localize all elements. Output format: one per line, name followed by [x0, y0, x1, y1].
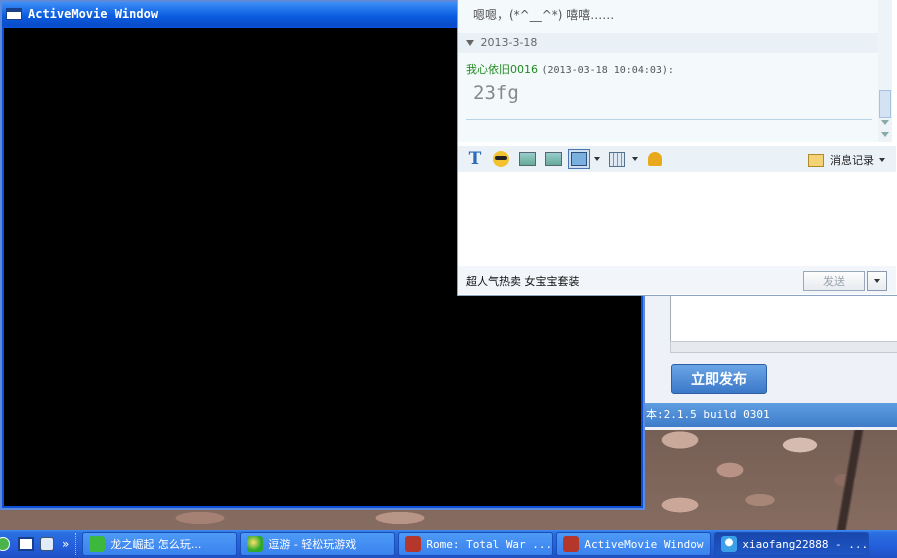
screenshot-dropdown-icon[interactable] — [594, 157, 600, 161]
shake-button[interactable] — [644, 149, 666, 169]
message-text: 23fg — [473, 82, 519, 104]
taskbar-separator — [75, 533, 78, 555]
message-history: 嗯嗯，(*^__^*) 嘻嘻…… 2013-3-18 我心依旧0016 (201… — [458, 0, 878, 142]
calendar-dropdown-icon[interactable] — [632, 157, 638, 161]
scroll-bottom-icon[interactable] — [881, 132, 889, 137]
previous-message: 嗯嗯，(*^__^*) 嘻嘻…… — [473, 8, 615, 22]
task-label: Rome: Total War ... — [426, 537, 553, 551]
task-label: 龙之崛起 怎么玩... — [110, 538, 202, 551]
show-desktop-icon[interactable] — [18, 537, 34, 551]
task-dragon-game[interactable]: 龙之崛起 怎么玩... — [82, 532, 238, 556]
history-divider — [466, 119, 872, 120]
task-rome-total-war[interactable]: Rome: Total War ... — [398, 532, 554, 556]
date-label: 2013-3-18 — [480, 36, 538, 49]
emoticon-button[interactable] — [490, 149, 512, 169]
image-icon — [518, 152, 536, 166]
ad-link[interactable]: 超人气热卖 女宝宝套装 — [466, 273, 580, 289]
background-textarea[interactable] — [670, 295, 897, 342]
browser-icon — [89, 536, 106, 552]
window-icon — [6, 8, 22, 20]
history-icon — [808, 153, 824, 167]
emoticon-icon — [493, 151, 509, 167]
send-image-button[interactable] — [542, 149, 564, 169]
chevron-down-icon — [874, 279, 880, 283]
scroll-down-icon[interactable] — [881, 120, 889, 125]
screenshot-icon — [571, 152, 587, 166]
message-time: (2013-03-18 10:04:03): — [541, 65, 674, 76]
message-history-button[interactable]: 消息记录 — [808, 152, 885, 168]
image-button[interactable] — [516, 149, 538, 169]
date-separator[interactable]: 2013-3-18 — [458, 33, 878, 53]
task-activemovie[interactable]: ActiveMovie Window — [556, 532, 712, 556]
chat-window: 嗯嗯，(*^__^*) 嘻嘻…… 2013-3-18 我心依旧0016 (201… — [457, 0, 897, 296]
calendar-button[interactable] — [606, 149, 628, 169]
message-header: 我心依旧0016 (2013-03-18 10:04:03): — [466, 61, 674, 77]
scrollbar-thumb[interactable] — [879, 90, 891, 118]
window-title: ActiveMovie Window — [28, 7, 159, 21]
collapse-triangle-icon — [466, 40, 474, 46]
version-bar: 本:2.1.5 build 0301 — [640, 403, 897, 427]
task-label: ActiveMovie Window — [584, 537, 704, 551]
task-label: 逗游 - 轻松玩游戏 — [268, 538, 357, 551]
screenshot-button[interactable] — [568, 149, 590, 169]
history-label: 消息记录 — [830, 154, 874, 167]
send-button[interactable]: 发送 — [803, 271, 865, 291]
task-qq-chat[interactable]: xiaofang22888 - ... — [714, 532, 870, 556]
task-douyou[interactable]: 逗游 - 轻松玩游戏 — [240, 532, 396, 556]
bell-icon — [648, 152, 662, 166]
ie-quicklaunch-icon[interactable] — [40, 537, 54, 551]
publish-button[interactable]: 立即发布 — [671, 364, 767, 394]
font-button[interactable]: T — [464, 149, 486, 169]
calendar-icon — [609, 151, 625, 167]
send-options-button[interactable] — [867, 271, 887, 291]
sender-name[interactable]: 我心依旧0016 — [466, 63, 538, 76]
quicklaunch-more-icon[interactable]: » — [62, 537, 69, 551]
taskbar: » 龙之崛起 怎么玩... 逗游 - 轻松玩游戏 Rome: Total War… — [0, 530, 897, 558]
qq-icon — [721, 536, 738, 552]
history-scrollbar[interactable] — [878, 0, 892, 142]
font-icon: T — [468, 149, 482, 169]
message-input[interactable] — [458, 172, 896, 264]
rome-icon — [405, 536, 422, 552]
history-dropdown-icon — [879, 158, 885, 162]
activemovie-icon — [563, 536, 580, 552]
browser-quicklaunch-icon[interactable] — [0, 537, 10, 551]
wallpaper-crack — [830, 430, 870, 530]
picture-icon — [544, 152, 562, 166]
task-label: xiaofang22888 - ... — [742, 537, 869, 551]
game-ball-icon — [247, 536, 264, 552]
background-horizontal-scrollbar[interactable] — [670, 341, 897, 353]
